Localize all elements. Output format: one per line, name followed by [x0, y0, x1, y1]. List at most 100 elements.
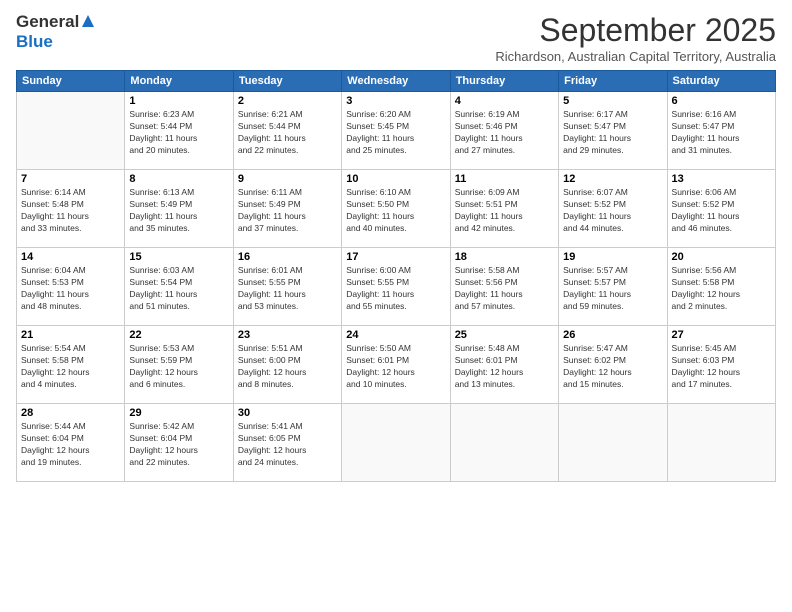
day-number: 14	[21, 251, 120, 263]
calendar-cell	[17, 92, 125, 170]
calendar-cell: 23 Sunrise: 5:51 AM Sunset: 6:00 PM Dayli…	[233, 326, 341, 404]
calendar-cell: 10 Sunrise: 6:10 AM Sunset: 5:50 PM Dayli…	[342, 170, 450, 248]
day-info: Sunrise: 5:53 AM Sunset: 5:59 PM Dayligh…	[129, 343, 228, 391]
day-info: Sunrise: 5:50 AM Sunset: 6:01 PM Dayligh…	[346, 343, 445, 391]
day-number: 25	[455, 329, 554, 341]
day-info: Sunrise: 6:17 AM Sunset: 5:47 PM Dayligh…	[563, 109, 662, 157]
logo-wrapper: General	[16, 12, 95, 32]
day-number: 16	[238, 251, 337, 263]
day-info: Sunrise: 6:20 AM Sunset: 5:45 PM Dayligh…	[346, 109, 445, 157]
calendar-cell: 13 Sunrise: 6:06 AM Sunset: 5:52 PM Dayli…	[667, 170, 775, 248]
day-info: Sunrise: 5:48 AM Sunset: 6:01 PM Dayligh…	[455, 343, 554, 391]
day-info: Sunrise: 5:44 AM Sunset: 6:04 PM Dayligh…	[21, 421, 120, 469]
calendar-cell	[450, 404, 558, 482]
day-info: Sunrise: 5:41 AM Sunset: 6:05 PM Dayligh…	[238, 421, 337, 469]
day-number: 22	[129, 329, 228, 341]
day-info: Sunrise: 5:54 AM Sunset: 5:58 PM Dayligh…	[21, 343, 120, 391]
day-number: 5	[563, 95, 662, 107]
day-info: Sunrise: 5:47 AM Sunset: 6:02 PM Dayligh…	[563, 343, 662, 391]
page: General Blue September 2025 Richardson, …	[0, 0, 792, 490]
calendar-cell: 26 Sunrise: 5:47 AM Sunset: 6:02 PM Dayli…	[559, 326, 667, 404]
calendar-cell: 15 Sunrise: 6:03 AM Sunset: 5:54 PM Dayli…	[125, 248, 233, 326]
day-info: Sunrise: 6:06 AM Sunset: 5:52 PM Dayligh…	[672, 187, 771, 235]
calendar-cell: 1 Sunrise: 6:23 AM Sunset: 5:44 PM Daylig…	[125, 92, 233, 170]
day-number: 27	[672, 329, 771, 341]
day-info: Sunrise: 6:04 AM Sunset: 5:53 PM Dayligh…	[21, 265, 120, 313]
month-title: September 2025	[495, 12, 776, 49]
day-info: Sunrise: 5:56 AM Sunset: 5:58 PM Dayligh…	[672, 265, 771, 313]
weekday-header-sunday: Sunday	[17, 71, 125, 92]
day-number: 29	[129, 407, 228, 419]
day-info: Sunrise: 6:19 AM Sunset: 5:46 PM Dayligh…	[455, 109, 554, 157]
day-number: 1	[129, 95, 228, 107]
day-number: 15	[129, 251, 228, 263]
week-row-5: 28 Sunrise: 5:44 AM Sunset: 6:04 PM Dayli…	[17, 404, 776, 482]
day-number: 8	[129, 173, 228, 185]
day-number: 21	[21, 329, 120, 341]
weekday-header-row: SundayMondayTuesdayWednesdayThursdayFrid…	[17, 71, 776, 92]
day-number: 13	[672, 173, 771, 185]
day-number: 28	[21, 407, 120, 419]
weekday-header-tuesday: Tuesday	[233, 71, 341, 92]
calendar-cell: 19Sunrise: 5:57 AM Sunset: 5:57 PM Dayli…	[559, 248, 667, 326]
calendar-cell: 9Sunrise: 6:11 AM Sunset: 5:49 PM Daylig…	[233, 170, 341, 248]
week-row-2: 7 Sunrise: 6:14 AM Sunset: 5:48 PM Daylig…	[17, 170, 776, 248]
day-number: 12	[563, 173, 662, 185]
calendar-cell: 12 Sunrise: 6:07 AM Sunset: 5:52 PM Dayli…	[559, 170, 667, 248]
day-info: Sunrise: 6:01 AM Sunset: 5:55 PM Dayligh…	[238, 265, 337, 313]
day-info: Sunrise: 6:07 AM Sunset: 5:52 PM Dayligh…	[563, 187, 662, 235]
weekday-header-thursday: Thursday	[450, 71, 558, 92]
day-number: 6	[672, 95, 771, 107]
day-info: Sunrise: 6:23 AM Sunset: 5:44 PM Dayligh…	[129, 109, 228, 157]
calendar-cell: 29Sunrise: 5:42 AM Sunset: 6:04 PM Dayli…	[125, 404, 233, 482]
day-info: Sunrise: 6:16 AM Sunset: 5:47 PM Dayligh…	[672, 109, 771, 157]
calendar-cell: 16 Sunrise: 6:01 AM Sunset: 5:55 PM Dayli…	[233, 248, 341, 326]
day-number: 10	[346, 173, 445, 185]
day-number: 7	[21, 173, 120, 185]
calendar-cell	[667, 404, 775, 482]
logo-general: General	[16, 12, 79, 32]
day-info: Sunrise: 6:21 AM Sunset: 5:44 PM Dayligh…	[238, 109, 337, 157]
calendar-cell: 2 Sunrise: 6:21 AM Sunset: 5:44 PM Daylig…	[233, 92, 341, 170]
calendar-cell: 6 Sunrise: 6:16 AM Sunset: 5:47 PM Daylig…	[667, 92, 775, 170]
day-number: 30	[238, 407, 337, 419]
day-number: 26	[563, 329, 662, 341]
calendar-cell: 11 Sunrise: 6:09 AM Sunset: 5:51 PM Dayli…	[450, 170, 558, 248]
calendar-table: SundayMondayTuesdayWednesdayThursdayFrid…	[16, 70, 776, 482]
day-number: 11	[455, 173, 554, 185]
day-info: Sunrise: 6:09 AM Sunset: 5:51 PM Dayligh…	[455, 187, 554, 235]
calendar-cell: 4 Sunrise: 6:19 AM Sunset: 5:46 PM Daylig…	[450, 92, 558, 170]
weekday-header-friday: Friday	[559, 71, 667, 92]
calendar-cell: 22 Sunrise: 5:53 AM Sunset: 5:59 PM Dayli…	[125, 326, 233, 404]
day-info: Sunrise: 5:51 AM Sunset: 6:00 PM Dayligh…	[238, 343, 337, 391]
calendar-cell: 8 Sunrise: 6:13 AM Sunset: 5:49 PM Daylig…	[125, 170, 233, 248]
weekday-header-monday: Monday	[125, 71, 233, 92]
calendar-cell: 28 Sunrise: 5:44 AM Sunset: 6:04 PM Dayli…	[17, 404, 125, 482]
calendar-cell: 27Sunrise: 5:45 AM Sunset: 6:03 PM Dayli…	[667, 326, 775, 404]
day-number: 2	[238, 95, 337, 107]
calendar-cell: 25 Sunrise: 5:48 AM Sunset: 6:01 PM Dayli…	[450, 326, 558, 404]
day-number: 4	[455, 95, 554, 107]
logo: General Blue	[16, 12, 95, 52]
day-info: Sunrise: 6:11 AM Sunset: 5:49 PM Dayligh…	[238, 187, 337, 235]
week-row-4: 21 Sunrise: 5:54 AM Sunset: 5:58 PM Dayli…	[17, 326, 776, 404]
logo-blue: Blue	[16, 32, 53, 51]
calendar-cell	[559, 404, 667, 482]
calendar-cell: 21 Sunrise: 5:54 AM Sunset: 5:58 PM Dayli…	[17, 326, 125, 404]
calendar-cell: 30 Sunrise: 5:41 AM Sunset: 6:05 PM Dayli…	[233, 404, 341, 482]
day-number: 23	[238, 329, 337, 341]
calendar-cell: 24Sunrise: 5:50 AM Sunset: 6:01 PM Dayli…	[342, 326, 450, 404]
week-row-3: 14 Sunrise: 6:04 AM Sunset: 5:53 PM Dayli…	[17, 248, 776, 326]
day-number: 3	[346, 95, 445, 107]
day-info: Sunrise: 6:14 AM Sunset: 5:48 PM Dayligh…	[21, 187, 120, 235]
day-number: 19	[563, 251, 662, 263]
day-info: Sunrise: 5:58 AM Sunset: 5:56 PM Dayligh…	[455, 265, 554, 313]
day-number: 18	[455, 251, 554, 263]
day-info: Sunrise: 6:10 AM Sunset: 5:50 PM Dayligh…	[346, 187, 445, 235]
calendar-cell: 17Sunrise: 6:00 AM Sunset: 5:55 PM Dayli…	[342, 248, 450, 326]
weekday-header-wednesday: Wednesday	[342, 71, 450, 92]
day-info: Sunrise: 6:03 AM Sunset: 5:54 PM Dayligh…	[129, 265, 228, 313]
calendar-cell: 3 Sunrise: 6:20 AM Sunset: 5:45 PM Daylig…	[342, 92, 450, 170]
day-info: Sunrise: 6:13 AM Sunset: 5:49 PM Dayligh…	[129, 187, 228, 235]
subtitle: Richardson, Australian Capital Territory…	[495, 49, 776, 64]
